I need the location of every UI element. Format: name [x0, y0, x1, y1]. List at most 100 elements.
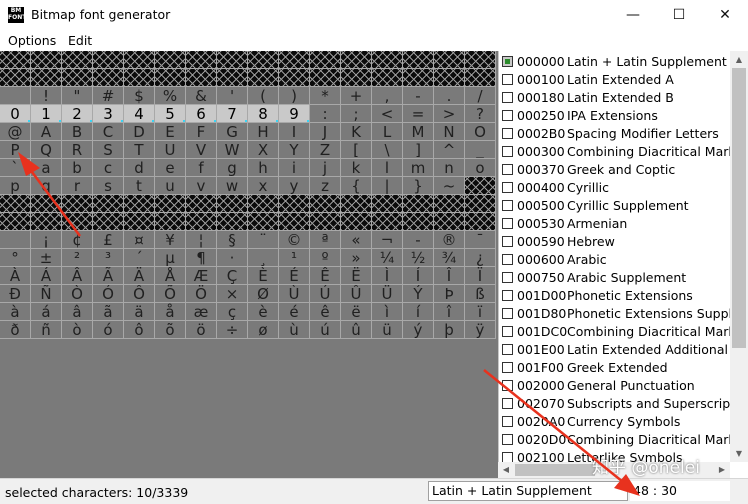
glyph-cell[interactable]: i: [279, 159, 310, 177]
glyph-cell[interactable]: [465, 51, 496, 69]
glyph-cell[interactable]: [155, 51, 186, 69]
glyph-cell[interactable]: [0, 231, 31, 249]
glyph-cell[interactable]: o: [465, 159, 496, 177]
glyph-cell[interactable]: ø: [248, 321, 279, 339]
glyph-cell[interactable]: [310, 51, 341, 69]
glyph-cell[interactable]: s: [93, 177, 124, 195]
glyph-cell[interactable]: n: [434, 159, 465, 177]
glyph-cell[interactable]: L: [372, 123, 403, 141]
glyph-cell[interactable]: Ü: [372, 285, 403, 303]
glyph-cell[interactable]: ü: [372, 321, 403, 339]
glyph-cell[interactable]: í: [403, 303, 434, 321]
glyph-cell[interactable]: [0, 87, 31, 105]
glyph-cell[interactable]: V: [186, 141, 217, 159]
range-checkbox[interactable]: [502, 308, 513, 319]
horizontal-scrollbar-thumb[interactable]: [515, 464, 595, 476]
glyph-cell[interactable]: Ö: [186, 285, 217, 303]
range-checkbox[interactable]: [502, 254, 513, 265]
glyph-cell[interactable]: ý: [403, 321, 434, 339]
range-checkbox[interactable]: [502, 110, 513, 121]
glyph-cell[interactable]: Þ: [434, 285, 465, 303]
glyph-cell[interactable]: À: [0, 267, 31, 285]
range-list-item[interactable]: 000590 Hebrew: [499, 233, 731, 251]
glyph-cell[interactable]: 5: [155, 105, 186, 123]
glyph-cell[interactable]: [403, 69, 434, 87]
glyph-cell[interactable]: |: [372, 177, 403, 195]
glyph-cell[interactable]: [403, 51, 434, 69]
glyph-cell[interactable]: f: [186, 159, 217, 177]
glyph-cell[interactable]: Ï: [465, 267, 496, 285]
glyph-cell[interactable]: u: [155, 177, 186, 195]
glyph-cell[interactable]: [93, 213, 124, 231]
menu-edit[interactable]: Edit: [68, 33, 92, 48]
glyph-cell[interactable]: [341, 69, 372, 87]
glyph-cell[interactable]: B: [62, 123, 93, 141]
glyph-cell[interactable]: k: [341, 159, 372, 177]
glyph-cell[interactable]: Â: [62, 267, 93, 285]
glyph-cell[interactable]: ù: [279, 321, 310, 339]
glyph-cell[interactable]: [155, 213, 186, 231]
glyph-cell[interactable]: [217, 51, 248, 69]
range-checkbox[interactable]: [502, 344, 513, 355]
glyph-cell[interactable]: -: [403, 87, 434, 105]
glyph-cell[interactable]: §: [217, 231, 248, 249]
glyph-cell[interactable]: Í: [403, 267, 434, 285]
range-checkbox[interactable]: [502, 434, 513, 445]
glyph-cell[interactable]: [434, 213, 465, 231]
range-list-item[interactable]: 000370 Greek and Coptic: [499, 161, 731, 179]
glyph-cell[interactable]: [279, 213, 310, 231]
glyph-cell[interactable]: [155, 195, 186, 213]
range-checkbox[interactable]: [502, 380, 513, 391]
range-list-item[interactable]: 000000 Latin + Latin Supplement: [499, 53, 731, 71]
glyph-cell[interactable]: [124, 195, 155, 213]
glyph-cell[interactable]: [217, 195, 248, 213]
range-checkbox[interactable]: [502, 218, 513, 229]
glyph-cell[interactable]: ñ: [31, 321, 62, 339]
range-checkbox[interactable]: [502, 128, 513, 139]
glyph-cell[interactable]: ]: [403, 141, 434, 159]
glyph-cell[interactable]: [341, 213, 372, 231]
glyph-cell[interactable]: ¼: [372, 249, 403, 267]
glyph-cell[interactable]: m: [403, 159, 434, 177]
glyph-cell[interactable]: »: [341, 249, 372, 267]
glyph-cell[interactable]: ì: [372, 303, 403, 321]
scroll-down-arrow-icon[interactable]: ▼: [730, 445, 748, 462]
glyph-cell[interactable]: [0, 195, 31, 213]
glyph-cell[interactable]: (: [248, 87, 279, 105]
glyph-cell[interactable]: [217, 213, 248, 231]
glyph-cell[interactable]: ¶: [186, 249, 217, 267]
glyph-cell[interactable]: w: [217, 177, 248, 195]
glyph-cell[interactable]: ´: [124, 249, 155, 267]
glyph-cell[interactable]: c: [93, 159, 124, 177]
range-list-item[interactable]: 0020D0 Combining Diacritical Marks: [499, 431, 731, 449]
glyph-cell[interactable]: [372, 51, 403, 69]
glyph-cell[interactable]: Û: [341, 285, 372, 303]
range-checkbox[interactable]: [502, 182, 513, 193]
glyph-cell[interactable]: ¬: [372, 231, 403, 249]
glyph-cell[interactable]: P: [0, 141, 31, 159]
glyph-cell[interactable]: º: [310, 249, 341, 267]
glyph-cell[interactable]: Æ: [186, 267, 217, 285]
glyph-cell[interactable]: ¿: [465, 249, 496, 267]
glyph-cell[interactable]: «: [341, 231, 372, 249]
glyph-cell[interactable]: [248, 195, 279, 213]
glyph-cell[interactable]: e: [155, 159, 186, 177]
glyph-cell[interactable]: Ù: [279, 285, 310, 303]
glyph-cell[interactable]: [124, 69, 155, 87]
glyph-cell[interactable]: @: [0, 123, 31, 141]
glyph-cell[interactable]: ò: [62, 321, 93, 339]
range-list-item[interactable]: 002070 Subscripts and Superscripts: [499, 395, 731, 413]
glyph-cell[interactable]: Z: [310, 141, 341, 159]
glyph-cell[interactable]: à: [0, 303, 31, 321]
glyph-cell[interactable]: h: [248, 159, 279, 177]
glyph-cell[interactable]: [93, 69, 124, 87]
range-list-item[interactable]: 001F00 Greek Extended: [499, 359, 731, 377]
glyph-cell[interactable]: ç: [217, 303, 248, 321]
glyph-cell[interactable]: [465, 69, 496, 87]
glyph-cell[interactable]: 6: [186, 105, 217, 123]
glyph-cell[interactable]: ;: [341, 105, 372, 123]
range-checkbox[interactable]: [502, 56, 513, 67]
glyph-cell[interactable]: S: [93, 141, 124, 159]
glyph-cell[interactable]: ^: [434, 141, 465, 159]
minimize-button[interactable]: —: [610, 0, 656, 30]
